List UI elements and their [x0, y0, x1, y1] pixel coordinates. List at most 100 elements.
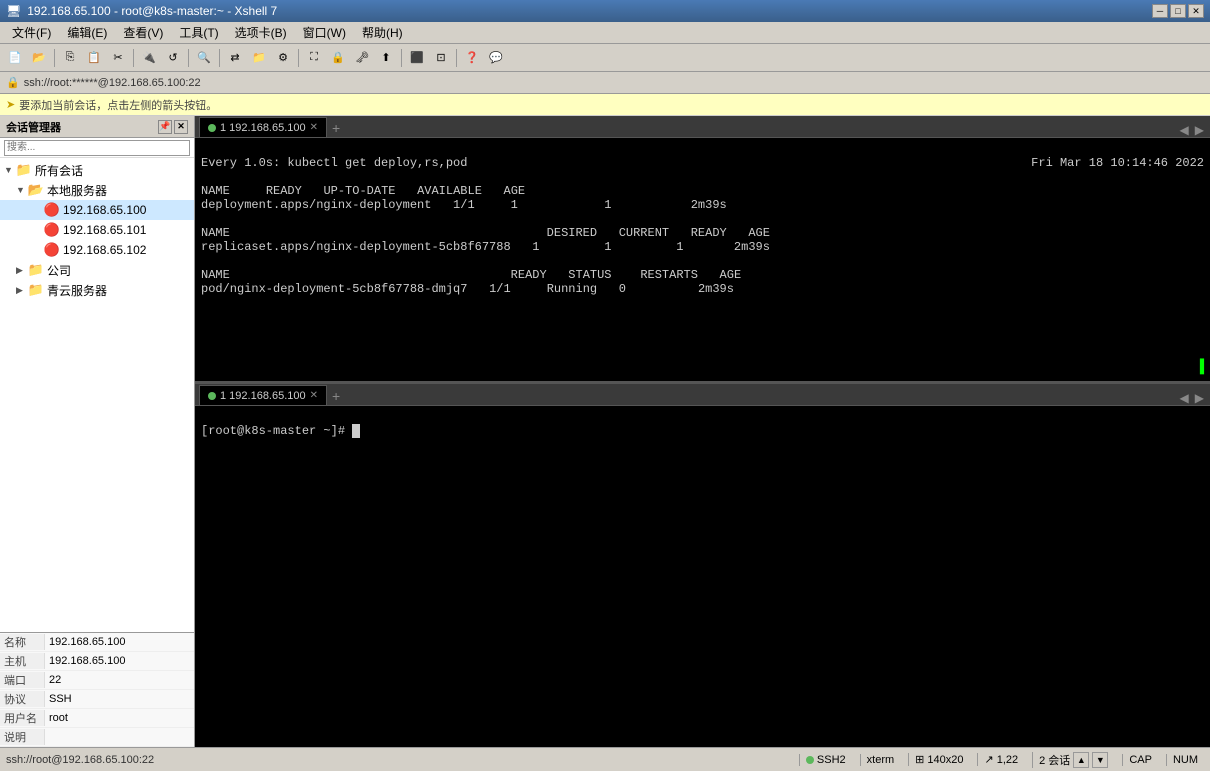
tree-server-1[interactable]: 🔴 192.168.65.100: [0, 200, 194, 220]
r1-name: deployment.apps/nginx-deployment: [201, 198, 431, 212]
status-caps: CAP: [1122, 754, 1158, 766]
copy-button[interactable]: ⎘: [59, 47, 81, 69]
upper-tab-nav-right[interactable]: ▶: [1193, 123, 1206, 137]
tree-company[interactable]: ▶ 📁 公司: [0, 260, 194, 280]
lower-tab-active[interactable]: 1 192.168.65.100 ✕: [199, 385, 327, 405]
upper-tab-close[interactable]: ✕: [310, 122, 318, 133]
menu-view[interactable]: 查看(V): [115, 22, 171, 43]
upper-tab-add[interactable]: +: [327, 119, 345, 137]
local-servers-icon: 📂: [28, 182, 44, 198]
lower-tab-add[interactable]: +: [327, 387, 345, 405]
sidebar-close-button[interactable]: ✕: [174, 120, 188, 134]
info-name-value: 192.168.65.100: [45, 636, 129, 648]
sessions-nav-down[interactable]: ▼: [1092, 752, 1108, 768]
lower-terminal-pane[interactable]: [root@k8s-master ~]#: [195, 406, 1210, 747]
r3-status: Running: [547, 282, 597, 296]
upper-tab-nav-left[interactable]: ◀: [1178, 123, 1191, 137]
toolbar-sep5: [298, 49, 299, 67]
scroll-indicator: ▐: [1196, 359, 1204, 375]
lower-tab-nav: ◀ ▶: [1178, 391, 1206, 405]
qingyun-icon: 📁: [28, 282, 44, 298]
upload-button[interactable]: ⬆: [375, 47, 397, 69]
tree-server-3[interactable]: 🔴 192.168.65.102: [0, 240, 194, 260]
paste-button[interactable]: 📋: [83, 47, 105, 69]
status-position-text: 1,22: [997, 754, 1018, 766]
lower-terminal: 1 192.168.65.100 ✕ + ◀ ▶ [root@k8s-maste…: [195, 384, 1210, 747]
status-terminal: xterm: [860, 754, 901, 766]
toolbar-sep6: [401, 49, 402, 67]
reconnect-button[interactable]: ↺: [162, 47, 184, 69]
fullscreen-button[interactable]: ⛶: [303, 47, 325, 69]
status-terminal-text: xterm: [867, 754, 895, 766]
menu-help[interactable]: 帮助(H): [354, 22, 411, 43]
sidebar-pin-button[interactable]: 📌: [158, 120, 172, 134]
layout-button[interactable]: ⬛: [406, 47, 428, 69]
data-row3: pod/nginx-deployment-5cb8f67788-dmjq7 1/…: [201, 282, 734, 296]
r1-age: 2m39s: [691, 198, 727, 212]
info-note-label: 说明: [0, 729, 45, 745]
new-session-button[interactable]: 📄: [4, 47, 26, 69]
maximize-button[interactable]: □: [1170, 4, 1186, 18]
lower-tab-nav-left[interactable]: ◀: [1178, 391, 1191, 405]
all-sessions-label: 所有会话: [35, 162, 83, 179]
status-protocol-text: SSH2: [817, 754, 846, 766]
size-icon: ⊞: [915, 753, 924, 766]
toolbar-sep2: [133, 49, 134, 67]
sidebar-search-area: [0, 138, 194, 158]
upper-terminal-pane[interactable]: Every 1.0s: kubectl get deploy,rs,podFri…: [195, 138, 1210, 381]
h3-restarts: RESTARTS: [640, 268, 698, 282]
lock-button[interactable]: 🔒: [327, 47, 349, 69]
help-button[interactable]: ❓: [461, 47, 483, 69]
menu-bar: 文件(F) 编辑(E) 查看(V) 工具(T) 选项卡(B) 窗口(W) 帮助(…: [0, 22, 1210, 44]
lower-tab-nav-right[interactable]: ▶: [1193, 391, 1206, 405]
status-sessions: 2 会话 ▲ ▼: [1032, 752, 1114, 768]
title-bar: 🖥 192.168.65.100 - root@k8s-master:~ - X…: [0, 0, 1210, 22]
info-panel: 名称 192.168.65.100 主机 192.168.65.100 端口 2…: [0, 632, 194, 747]
window-title: 192.168.65.100 - root@k8s-master:~ - Xsh…: [27, 4, 277, 18]
terminal-area: 1 192.168.65.100 ✕ + ◀ ▶ Every 1.0s: kub…: [195, 116, 1210, 747]
sidebar-title: 会话管理器: [6, 119, 61, 135]
tree-local-servers[interactable]: ▼ 📂 本地服务器: [0, 180, 194, 200]
menu-tools[interactable]: 工具(T): [171, 22, 226, 43]
timestamp: Fri Mar 18 10:14:46 2022: [1031, 156, 1204, 170]
h1-name: NAME: [201, 184, 230, 198]
sftp-button[interactable]: 📁: [248, 47, 270, 69]
h2-ready: READY: [691, 226, 727, 240]
chat-button[interactable]: 💬: [485, 47, 507, 69]
h2-current: CURRENT: [619, 226, 669, 240]
h3-status: STATUS: [568, 268, 611, 282]
info-username-label: 用户名: [0, 710, 45, 726]
toolbar-sep4: [219, 49, 220, 67]
data-row1: deployment.apps/nginx-deployment 1/1 1 1…: [201, 198, 727, 212]
tree-all-sessions[interactable]: ▼ 📁 所有会话: [0, 160, 194, 180]
search-button[interactable]: 🔍: [193, 47, 215, 69]
menu-window[interactable]: 窗口(W): [295, 22, 354, 43]
company-label: 公司: [47, 262, 71, 279]
menu-tabs[interactable]: 选项卡(B): [227, 22, 295, 43]
status-protocol: SSH2: [799, 754, 852, 766]
cut-button[interactable]: ✂: [107, 47, 129, 69]
status-size-text: 140x20: [927, 754, 963, 766]
key-button[interactable]: 🗝: [351, 47, 373, 69]
h3-ready: READY: [511, 268, 547, 282]
info-name-row: 名称 192.168.65.100: [0, 633, 194, 652]
info-protocol-value: SSH: [45, 693, 76, 705]
open-button[interactable]: 📂: [28, 47, 50, 69]
tree-qingyun[interactable]: ▶ 📁 青云服务器: [0, 280, 194, 300]
menu-edit[interactable]: 编辑(E): [59, 22, 115, 43]
tree-server-2[interactable]: 🔴 192.168.65.101: [0, 220, 194, 240]
connect-button[interactable]: 🔌: [138, 47, 160, 69]
sessions-nav-up[interactable]: ▲: [1073, 752, 1089, 768]
lower-tab-close[interactable]: ✕: [310, 390, 318, 401]
minimize-button[interactable]: ─: [1152, 4, 1168, 18]
server3-label: 192.168.65.102: [63, 243, 146, 257]
upper-tab-active[interactable]: 1 192.168.65.100 ✕: [199, 117, 327, 137]
settings-button[interactable]: ⚙: [272, 47, 294, 69]
menu-file[interactable]: 文件(F): [4, 22, 59, 43]
close-button[interactable]: ✕: [1188, 4, 1204, 18]
lock-icon: 🔒: [6, 76, 20, 89]
transfer-button[interactable]: ⇄: [224, 47, 246, 69]
lower-tab-bar: 1 192.168.65.100 ✕ + ◀ ▶: [195, 384, 1210, 406]
sidebar-search-input[interactable]: [4, 140, 190, 156]
split-button[interactable]: ⊡: [430, 47, 452, 69]
